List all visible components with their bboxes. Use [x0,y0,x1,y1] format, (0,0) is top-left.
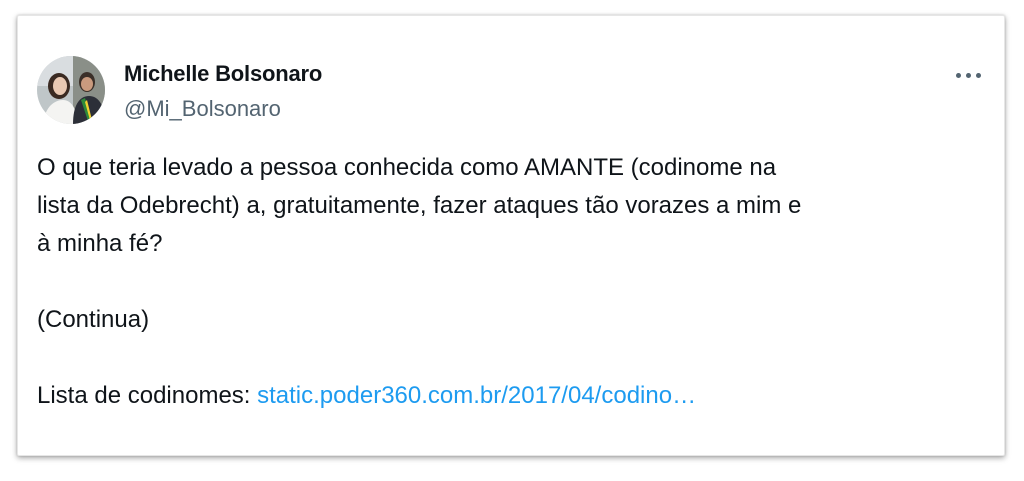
tweet-text-line: à minha fé? [37,230,163,257]
author-name[interactable]: Michelle Bolsonaro [124,61,322,87]
tweet-card: Michelle Bolsonaro @Mi_Bolsonaro O que t… [17,15,1005,456]
more-options-button[interactable] [956,69,984,81]
more-horizontal-icon [966,73,971,78]
external-link[interactable]: static.poder360.com.br/2017/04/codino… [257,382,696,409]
tweet-text-line: lista da Odebrecht) a, gratuitamente, fa… [37,192,802,219]
more-horizontal-icon [976,73,981,78]
tweet-text: O que teria levado a pessoa conhecida co… [37,149,987,415]
author-handle[interactable]: @Mi_Bolsonaro [124,96,281,122]
tweet-text-line: O que teria levado a pessoa conhecida co… [37,154,777,181]
more-horizontal-icon [956,73,961,78]
avatar[interactable] [37,56,105,124]
profile-photo-icon [37,56,105,124]
list-label: Lista de codinomes: [37,382,258,409]
continuation-text: (Continua) [37,306,150,333]
codename-list-line: Lista de codinomes: static.poder360.com.… [37,377,987,415]
